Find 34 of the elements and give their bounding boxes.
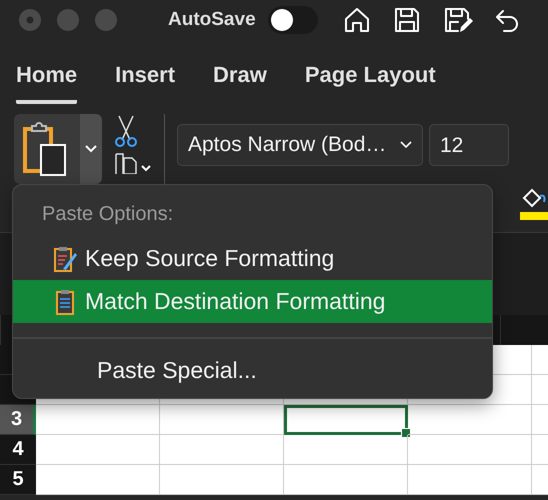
row-header[interactable]: 3	[0, 405, 36, 435]
grid-cell[interactable]	[284, 435, 408, 465]
grid-cell[interactable]	[160, 435, 284, 465]
caret-icon	[85, 145, 97, 153]
window-buttons-icon[interactable]	[18, 8, 120, 32]
clipboard-brush-icon	[53, 244, 79, 272]
grid-cell[interactable]	[36, 405, 160, 435]
grid-cell[interactable]	[36, 435, 160, 465]
menu-item[interactable]: Paste Special...	[13, 349, 492, 392]
grid-cell[interactable]	[160, 405, 284, 435]
grid-cell[interactable]	[160, 465, 284, 495]
ribbon-tab[interactable]: Page Layout	[304, 62, 436, 100]
row-header[interactable]: 5	[0, 465, 36, 495]
fill-color-icon[interactable]	[518, 186, 548, 222]
ribbon-tab[interactable]: Insert	[115, 62, 176, 100]
font-size-field[interactable]: 12	[429, 124, 509, 166]
scissors-icon[interactable]	[114, 114, 138, 148]
grid-cell[interactable]	[408, 465, 532, 495]
grid-cell[interactable]	[408, 405, 532, 435]
grid-cell[interactable]	[284, 465, 408, 495]
ribbon-tab[interactable]: Home	[16, 62, 78, 104]
menu-header: Paste Options:	[41, 202, 174, 227]
caret-icon[interactable]	[400, 141, 412, 149]
grid-cell[interactable]	[408, 435, 532, 465]
paste-button[interactable]	[14, 114, 80, 184]
row-header[interactable]: 4	[0, 435, 36, 465]
autosave-toggle[interactable]	[268, 6, 318, 34]
menu-item[interactable]: Keep Source Formatting	[13, 237, 492, 280]
autosave-label: AutoSave	[168, 9, 256, 31]
active-cell[interactable]	[284, 405, 408, 435]
grid-cell[interactable]	[36, 465, 160, 495]
ribbon-tab[interactable]: Draw	[213, 62, 267, 100]
font-name-dropdown[interactable]: Aptos Narrow (Bod…	[177, 124, 423, 166]
menu-item[interactable]: Match Destination Formatting	[13, 280, 492, 323]
